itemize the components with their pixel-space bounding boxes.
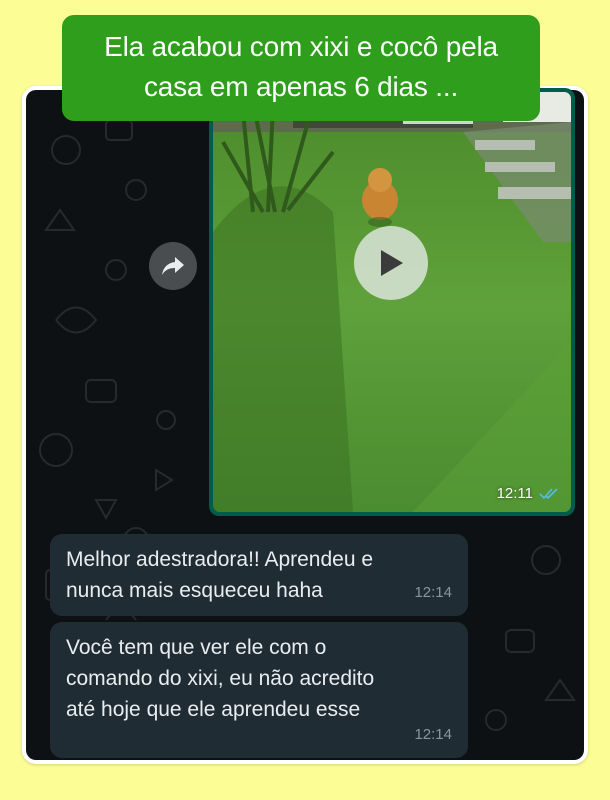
forward-icon bbox=[162, 257, 184, 275]
play-button[interactable] bbox=[354, 226, 428, 300]
message-time: 12:14 bbox=[414, 726, 452, 743]
video-message-bubble: 12:11 bbox=[209, 88, 575, 516]
video-meta: 12:11 bbox=[497, 485, 559, 502]
headline-text: Ela acabou com xixi e cocô pela casa em … bbox=[104, 31, 498, 102]
message-text: Você tem que ver ele com o comando do xi… bbox=[66, 636, 375, 721]
double-check-icon bbox=[539, 487, 558, 499]
message-text: Melhor adestradora!! Aprendeu e nunca ma… bbox=[66, 548, 374, 602]
play-icon bbox=[381, 250, 403, 276]
video-scene-image bbox=[213, 92, 571, 512]
forward-button[interactable] bbox=[149, 242, 197, 290]
incoming-message: Você tem que ver ele com o comando do xi… bbox=[50, 622, 468, 758]
video-thumbnail[interactable]: 12:11 bbox=[213, 92, 571, 512]
video-time: 12:11 bbox=[496, 485, 533, 502]
headline-banner: Ela acabou com xixi e cocô pela casa em … bbox=[62, 15, 540, 121]
incoming-message: Melhor adestradora!! Aprendeu e nunca ma… bbox=[50, 534, 468, 616]
message-time: 12:14 bbox=[414, 584, 452, 601]
